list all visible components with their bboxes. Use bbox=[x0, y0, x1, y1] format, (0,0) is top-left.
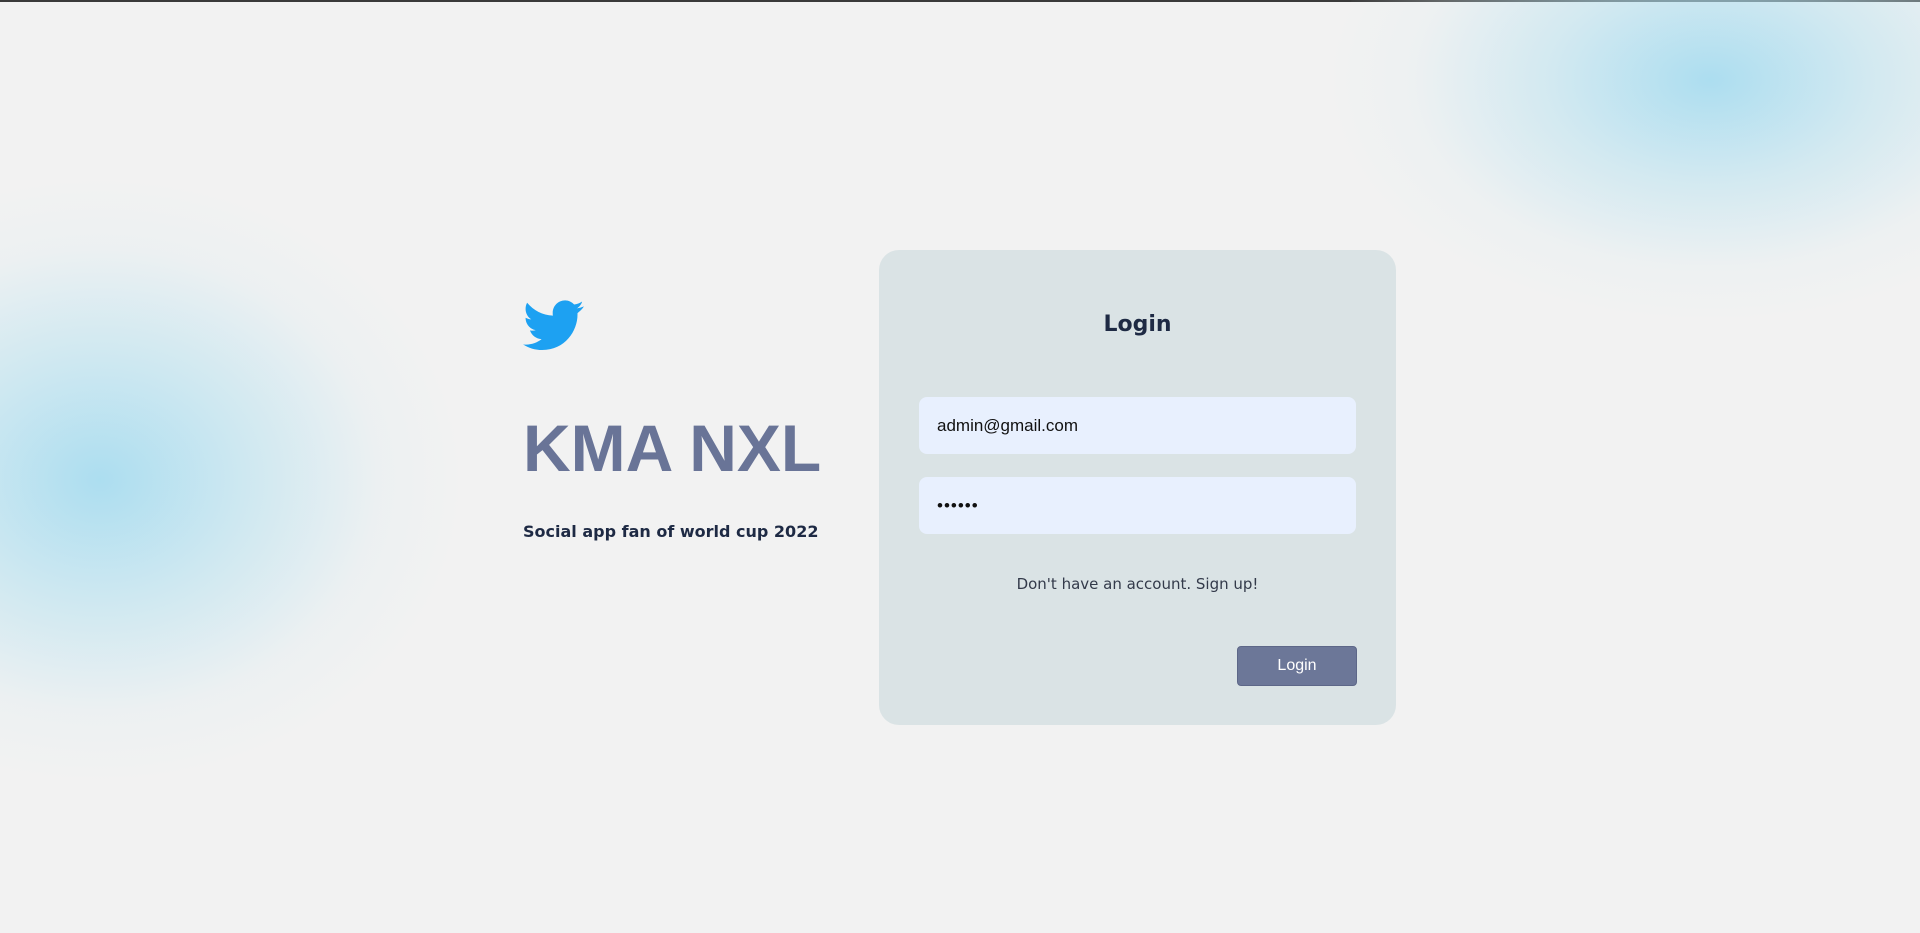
background-blob-left bbox=[0, 180, 460, 780]
signup-link[interactable]: Don't have an account. Sign up! bbox=[879, 575, 1396, 593]
login-page: KMA NXL Social app fan of world cup 2022… bbox=[0, 0, 1920, 933]
login-card: Login Don't have an account. Sign up! Lo… bbox=[879, 250, 1396, 725]
login-title: Login bbox=[1103, 312, 1172, 337]
background-blob-right bbox=[1330, 0, 1920, 320]
password-field[interactable] bbox=[919, 477, 1356, 534]
brand-section: KMA NXL Social app fan of world cup 2022 bbox=[523, 300, 823, 541]
brand-title: KMA NXL bbox=[523, 411, 822, 485]
brand-tagline: Social app fan of world cup 2022 bbox=[523, 522, 819, 541]
twitter-bird-icon bbox=[523, 300, 584, 351]
login-button[interactable]: Login bbox=[1237, 646, 1357, 686]
email-field[interactable] bbox=[919, 397, 1356, 454]
